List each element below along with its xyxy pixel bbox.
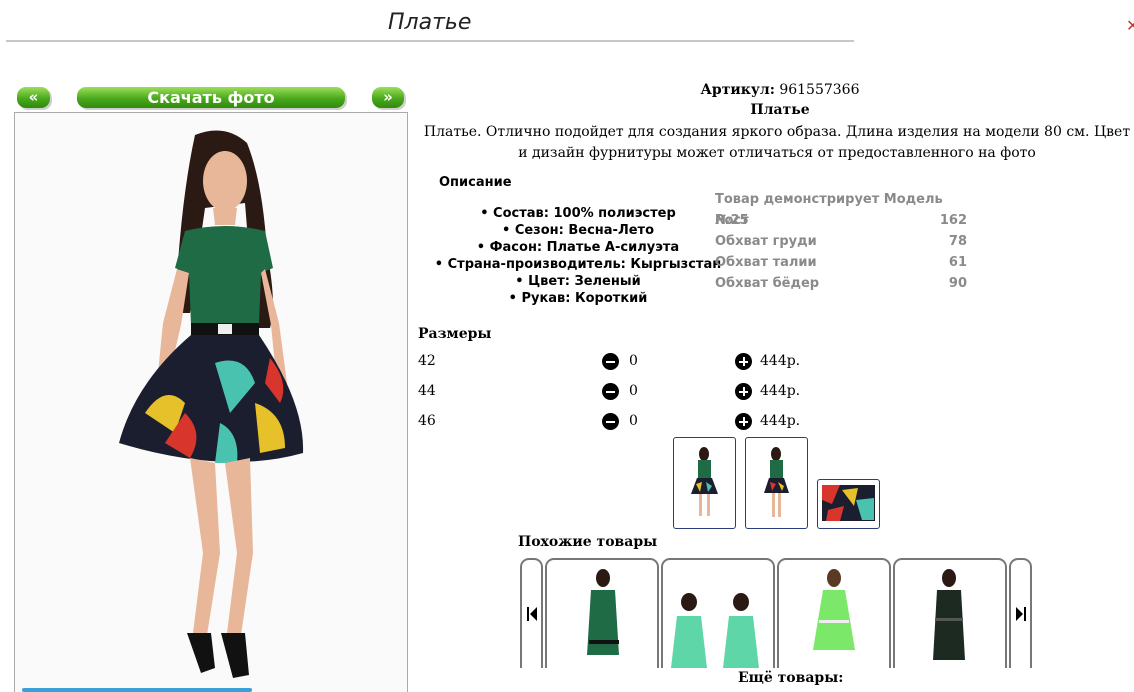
size-label: 46 xyxy=(418,413,436,429)
similar-product-card[interactable] xyxy=(893,558,1007,668)
article-value: 961557366 xyxy=(779,82,860,98)
slider-next-button[interactable] xyxy=(1009,558,1032,668)
similar-heading: Похожие товары xyxy=(518,534,658,550)
size-row: 46 0 444р. xyxy=(418,413,818,433)
model-row: Обхват талии 61 xyxy=(715,252,967,273)
options-heading: Описание xyxy=(439,175,512,190)
product-name: Платье xyxy=(750,102,810,118)
model-photo-illustration xyxy=(119,130,304,678)
size-price: 444р. xyxy=(760,353,801,369)
size-quantity: 0 xyxy=(629,383,638,399)
fabric-thumbnail-image xyxy=(822,485,875,521)
size-row: 42 0 444р. xyxy=(418,353,818,373)
model-row-value: 78 xyxy=(948,234,967,249)
model-params: Товар демонстрирует Модель №25 Рост 162 О… xyxy=(715,189,967,294)
similar-product-card[interactable] xyxy=(545,558,659,668)
feature-item: Рукав: Короткий xyxy=(420,290,736,307)
article-line: Артикул: 961557366 xyxy=(590,82,970,98)
model-row-value: 90 xyxy=(948,276,967,291)
similar-products-slider xyxy=(520,558,1032,668)
size-price: 444р. xyxy=(760,383,801,399)
product-image xyxy=(933,569,965,660)
feature-item: Цвет: Зеленый xyxy=(420,273,736,290)
model-row-label: Обхват талии xyxy=(715,255,817,270)
sizes-heading: Размеры xyxy=(418,326,492,342)
download-photo-button[interactable]: Скачать фото xyxy=(77,87,345,108)
model-row: Обхват бёдер 90 xyxy=(715,273,967,294)
size-quantity: 0 xyxy=(629,413,638,429)
model-row-label: Рост xyxy=(715,213,749,228)
feature-item: Фасон: Платье А-силуэта xyxy=(420,239,736,256)
slider-prev-button[interactable] xyxy=(520,558,543,668)
photo-thumbnail[interactable] xyxy=(817,479,880,529)
feature-list: Состав: 100% полиэстер Сезон: Весна-Лето… xyxy=(420,205,736,307)
product-image xyxy=(671,593,759,668)
main-product-photo[interactable] xyxy=(14,112,408,692)
product-image xyxy=(813,569,855,650)
next-photo-button[interactable]: » xyxy=(372,87,404,108)
prev-photo-button[interactable]: « xyxy=(17,87,50,108)
model-row-label: Обхват груди xyxy=(715,234,817,249)
product-description: Платье. Отлично подойдет для создания яр… xyxy=(423,124,1131,161)
plus-icon[interactable] xyxy=(735,383,752,400)
model-row-label: Обхват бёдер xyxy=(715,276,820,291)
size-label: 44 xyxy=(418,383,436,399)
model-row: Обхват груди 78 xyxy=(715,231,967,252)
thumbnail-image xyxy=(691,447,718,516)
product-image xyxy=(587,569,619,655)
similar-product-card[interactable] xyxy=(777,558,891,668)
page-title: Платье xyxy=(388,10,472,35)
thumbnail-image xyxy=(764,447,789,517)
minus-icon[interactable] xyxy=(602,413,619,430)
plus-icon[interactable] xyxy=(735,413,752,430)
plus-icon[interactable] xyxy=(735,353,752,370)
more-products-heading: Ещё товары: xyxy=(738,670,844,686)
size-quantity: 0 xyxy=(629,353,638,369)
model-row-value: 61 xyxy=(948,255,967,270)
model-heading-text: Товар демонстрирует Модель №25 xyxy=(715,192,943,228)
photo-thumbnail[interactable] xyxy=(673,437,736,529)
minus-icon[interactable] xyxy=(602,383,619,400)
photo-scrollbar[interactable] xyxy=(22,688,252,692)
skip-back-icon xyxy=(526,607,537,621)
close-icon[interactable]: ✕ xyxy=(1126,16,1134,36)
title-divider xyxy=(6,40,854,42)
feature-item: Сезон: Весна-Лето xyxy=(420,222,736,239)
size-price: 444р. xyxy=(760,413,801,429)
feature-item: Страна-производитель: Кыргызстан xyxy=(420,256,736,273)
size-label: 42 xyxy=(418,353,436,369)
model-row-value: 162 xyxy=(939,213,967,228)
size-row: 44 0 444р. xyxy=(418,383,818,403)
skip-forward-icon xyxy=(1015,607,1026,621)
photo-thumbnail[interactable] xyxy=(745,437,808,529)
similar-product-card[interactable] xyxy=(661,558,775,668)
minus-icon[interactable] xyxy=(602,353,619,370)
article-label: Артикул: xyxy=(700,82,775,98)
feature-item: Состав: 100% полиэстер xyxy=(420,205,736,222)
model-heading: Товар демонстрирует Модель №25 xyxy=(715,189,967,228)
model-row: Рост 162 xyxy=(715,210,967,231)
